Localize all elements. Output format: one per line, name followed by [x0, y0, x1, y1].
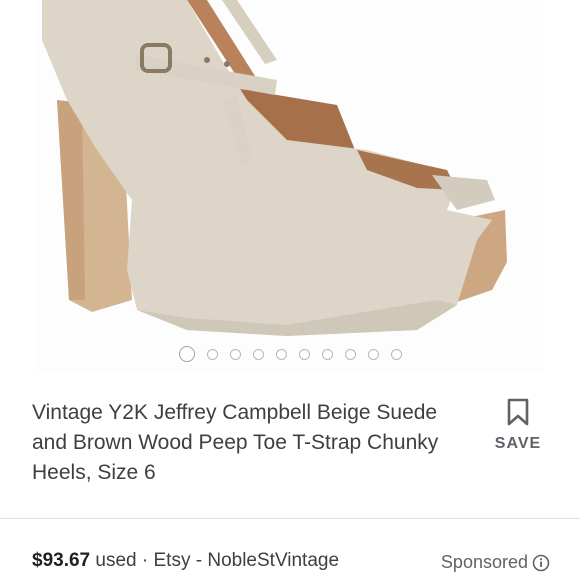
separator: - — [195, 550, 203, 571]
carousel-dot[interactable] — [390, 348, 402, 360]
carousel-dot[interactable] — [298, 348, 310, 360]
listing-title[interactable]: Vintage Y2K Jeffrey Campbell Beige Suede… — [32, 398, 462, 488]
save-label: SAVE — [494, 435, 542, 452]
carousel-dot-active[interactable] — [178, 346, 195, 362]
info-icon[interactable] — [532, 554, 550, 572]
marketplace[interactable]: Etsy — [154, 550, 191, 571]
seller-name[interactable]: NobleStVintage — [207, 550, 339, 571]
carousel-dot[interactable] — [252, 348, 264, 360]
separator: · — [141, 550, 149, 571]
carousel-dot[interactable] — [344, 348, 356, 360]
carousel-dot[interactable] — [229, 348, 241, 360]
sponsored-label[interactable]: Sponsored — [441, 552, 550, 573]
condition: used — [95, 550, 137, 571]
divider — [0, 518, 580, 519]
carousel-dot[interactable] — [275, 348, 287, 360]
save-button[interactable]: SAVE — [488, 398, 548, 462]
price: $93.67 — [32, 550, 91, 571]
bookmark-icon — [507, 398, 529, 426]
sponsored-text: Sponsored — [440, 552, 528, 572]
product-image-carousel[interactable] — [0, 0, 580, 378]
carousel-dot[interactable] — [206, 348, 218, 360]
carousel-dot[interactable] — [321, 348, 333, 360]
carousel-indicator — [0, 345, 580, 363]
listing-meta: $93.67 used · Etsy - NobleStVintage — [32, 550, 339, 572]
product-photo[interactable] — [37, 0, 543, 372]
carousel-dot[interactable] — [367, 348, 379, 360]
